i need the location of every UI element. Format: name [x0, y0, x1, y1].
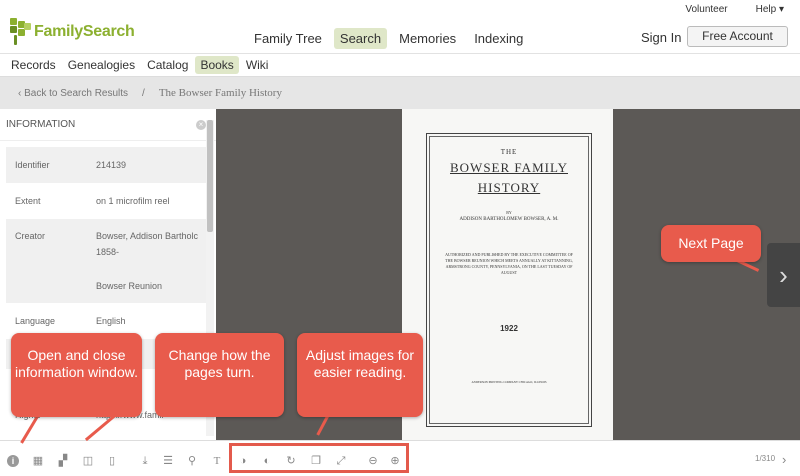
info-label: Extent: [15, 196, 41, 206]
information-title: INFORMATION: [6, 119, 76, 130]
tree-logo-icon: [10, 18, 32, 46]
subnav-wiki[interactable]: Wiki: [241, 56, 274, 74]
info-label: Creator: [15, 231, 46, 241]
creator-dates: 1858-: [96, 247, 120, 257]
info-value: English: [96, 316, 126, 326]
single-page-icon[interactable]: ▯: [106, 455, 118, 467]
help-menu[interactable]: Help ▾: [756, 4, 784, 15]
nav-indexing[interactable]: Indexing: [468, 28, 529, 49]
info-label: Identifier: [15, 160, 50, 170]
breadcrumb-separator: /: [142, 87, 145, 99]
search-icon[interactable]: ⚲: [186, 455, 198, 467]
page-title-line2: HISTORY: [477, 180, 541, 195]
nav-memories[interactable]: Memories: [393, 28, 462, 49]
creator-name[interactable]: Bowser, Addison Bartholc: [96, 231, 206, 241]
free-account-button[interactable]: Free Account: [687, 26, 788, 47]
page-printer: ANDERSON PRINTING COMPANY CHICAGO, ILLIN…: [471, 380, 547, 384]
image-adjust-highlight: [229, 443, 409, 473]
next-page-button[interactable]: ›: [767, 243, 800, 307]
page-count: 1/310: [755, 454, 776, 463]
utility-links: Volunteer Help ▾: [685, 4, 784, 15]
information-header: INFORMATION ×: [0, 109, 216, 141]
info-label: Language: [15, 316, 56, 326]
page-mark: 1922: [500, 324, 518, 333]
logo-text: FamilySearch: [34, 23, 135, 40]
top-header: FamilySearch Volunteer Help ▾ Family Tre…: [0, 0, 800, 54]
chevron-right-icon: ›: [779, 259, 788, 290]
thumbnails-icon[interactable]: ▞: [57, 455, 69, 467]
subnav-records[interactable]: Records: [6, 56, 61, 74]
sign-in-link[interactable]: Sign In: [641, 30, 681, 45]
nav-search[interactable]: Search: [333, 28, 388, 49]
info-row: Creator Bowser, Addison Bartholc 1858-: [6, 219, 206, 269]
back-to-results-link[interactable]: ‹ Back to Search Results: [18, 88, 128, 99]
page-title-line1: BOWSER FAMILY: [450, 160, 568, 175]
page-publication: AUTHORIZED AND PUBLISHED BY THE EXECUTIV…: [445, 252, 573, 275]
info-value[interactable]: Bowser Reunion: [96, 281, 206, 291]
subnav-genealogies[interactable]: Genealogies: [63, 56, 140, 74]
info-value: on 1 microfilm reel: [96, 196, 170, 206]
nav-family-tree[interactable]: Family Tree: [248, 28, 328, 49]
callout-info-window: Open and close information window.: [11, 333, 142, 417]
info-row: Bowser Reunion: [6, 269, 206, 303]
callout-next-page: Next Page: [661, 225, 761, 262]
list-icon[interactable]: ☰: [162, 455, 174, 467]
subnav-catalog[interactable]: Catalog: [142, 56, 193, 74]
volunteer-link[interactable]: Volunteer: [685, 4, 727, 15]
main-nav: Family Tree Search Memories Indexing: [248, 28, 529, 49]
page-the: THE: [500, 148, 518, 156]
callout-page-turn: Change how the pages turn.: [155, 333, 284, 417]
book-page: THE BOWSER FAMILY HISTORY BY ADDISON BAR…: [402, 109, 613, 440]
info-row: Extent on 1 microfilm reel: [6, 183, 206, 219]
page-by: BY: [506, 210, 512, 215]
scrollbar-thumb[interactable]: [207, 120, 213, 232]
toolbar-next-icon[interactable]: ›: [782, 452, 786, 467]
info-value: 214139: [96, 160, 127, 170]
info-row: Identifier 214139: [6, 147, 206, 183]
callout-adjust-images: Adjust images for easier reading.: [297, 333, 423, 417]
grid-icon[interactable]: ▦: [32, 455, 44, 467]
text-icon[interactable]: T: [211, 455, 223, 467]
familysearch-logo[interactable]: FamilySearch: [10, 18, 135, 46]
page-author: ADDISON BARTHOLOMEW BOWSER, A. M.: [459, 217, 559, 222]
sub-nav: Records Genealogies Catalog Books Wiki: [0, 54, 800, 77]
subnav-books[interactable]: Books: [195, 56, 239, 74]
two-page-icon[interactable]: ◫: [82, 455, 94, 467]
page-border: THE BOWSER FAMILY HISTORY BY ADDISON BAR…: [426, 133, 592, 427]
breadcrumb: ‹ Back to Search Results / The Bowser Fa…: [0, 77, 800, 109]
close-icon[interactable]: ×: [196, 119, 206, 130]
info-icon[interactable]: i: [7, 455, 19, 467]
breadcrumb-current: The Bowser Family History: [158, 87, 282, 99]
info-value: Bowser, Addison Bartholc 1858-: [96, 231, 206, 269]
download-icon[interactable]: ⤓: [139, 455, 151, 467]
